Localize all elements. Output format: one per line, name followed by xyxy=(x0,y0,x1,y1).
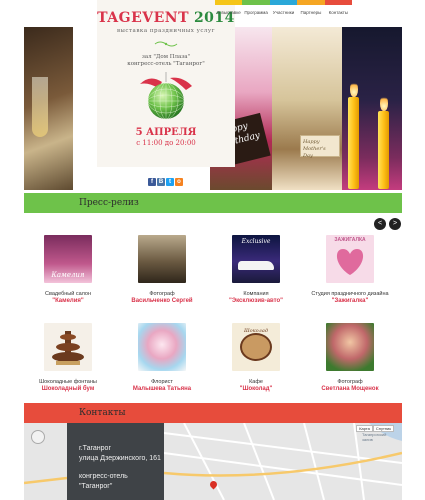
hero-banner: Happy Birthday Happy Mother's Day TAGEVE… xyxy=(24,0,402,190)
address-line: г.Таганрог xyxy=(79,445,111,452)
map-type-satellite-button[interactable]: Спутник xyxy=(372,425,394,432)
map-type-switch: Карта Спутник xyxy=(356,425,394,432)
address-line: улица Дзержинского, 161 xyxy=(79,455,161,462)
flame-image xyxy=(380,95,388,111)
press-caption: Кафе xyxy=(249,379,263,385)
press-card[interactable]: Фотограф Васильченко Сергей xyxy=(114,235,210,305)
press-card[interactable]: Флорист Малышева Татьяна xyxy=(114,323,210,393)
press-card[interactable]: Шоколадные фонтаны Шоколадный бум xyxy=(20,323,116,393)
odnoklassniki-icon[interactable]: о xyxy=(175,178,183,186)
hotel-line: конгресс-отель xyxy=(79,473,128,480)
press-caption: Фотограф xyxy=(337,379,363,385)
press-name[interactable]: Васильченко Сергей xyxy=(114,298,210,305)
carousel-next-button[interactable]: > xyxy=(389,218,401,230)
press-card[interactable]: Exclusive Компания "Эксклюзив-авто" xyxy=(208,235,304,305)
press-name[interactable]: Шоколадный бум xyxy=(20,386,116,393)
press-caption: Шоколадные фонтаны xyxy=(39,379,97,385)
nav-item-about[interactable]: О выставке xyxy=(215,0,243,27)
cafe-logo-image xyxy=(240,333,272,361)
brand-name: TAGEVENT xyxy=(97,10,189,26)
press-card[interactable]: ЗАЖИГАЛКА Студия праздничного дизайна "З… xyxy=(302,235,398,305)
press-caption: Свадебный салон xyxy=(44,291,91,297)
heart-icon xyxy=(336,249,364,275)
press-name[interactable]: "Эксклюзив-авто" xyxy=(208,298,304,305)
press-thumb-photographer[interactable] xyxy=(138,235,186,283)
hero-photo-perfume xyxy=(272,27,342,190)
press-caption: Компания xyxy=(243,291,269,297)
press-thumb-chocolate-fountain[interactable] xyxy=(44,323,92,371)
twitter-icon[interactable]: t xyxy=(166,178,174,186)
venue-line: зал "Дом Плаза" xyxy=(141,54,191,60)
press-thumb-kamelia[interactable]: Камелия xyxy=(44,235,92,283)
nav-item-partners[interactable]: Партнеры xyxy=(297,0,325,27)
press-name[interactable]: "Шоколад" xyxy=(208,386,304,393)
press-thumb-photographer-2[interactable] xyxy=(326,323,374,371)
event-date: 5 АПРЕЛЯ xyxy=(135,127,197,138)
section-header-press: Пресс-релиз xyxy=(24,193,402,213)
map-pan-control[interactable] xyxy=(31,430,45,444)
social-links: f В t о xyxy=(148,178,183,186)
hero-photo-candles xyxy=(342,27,402,190)
press-name[interactable]: "Зажигалка" xyxy=(302,298,398,305)
limousine-image xyxy=(238,261,274,270)
carousel-prev-button[interactable]: < xyxy=(374,218,386,230)
thumb-logo-text: Камелия xyxy=(51,271,85,279)
address-panel: г.Таганрог улица Дзержинского, 161 конгр… xyxy=(67,423,164,500)
press-name[interactable]: "Камелия" xyxy=(20,298,116,305)
press-card[interactable]: Фотограф Светлана Мощенок xyxy=(302,323,398,393)
press-thumb-cafe-shokolad[interactable]: Шоколад xyxy=(232,323,280,371)
venue-info: зал "Дом Плаза" конгресс-отель "Таганрог… xyxy=(97,54,235,68)
press-thumb-zazhigalka[interactable]: ЗАЖИГАЛКА xyxy=(326,235,374,283)
hero-photo-champagne xyxy=(24,27,73,190)
flame-image xyxy=(350,81,358,97)
candle-image xyxy=(378,111,389,189)
nav-item-program[interactable]: Программа xyxy=(242,0,270,27)
press-card[interactable]: Камелия Свадебный салон "Камелия" xyxy=(20,235,116,305)
chocolate-fountain-icon xyxy=(52,331,84,365)
mothers-card-line: Mother's Day xyxy=(303,146,326,159)
press-caption: Фотограф xyxy=(149,291,175,297)
venue-line: конгресс-отель "Таганрог" xyxy=(127,61,205,67)
thumb-logo-text: Exclusive xyxy=(241,238,271,245)
hotel-line: "Таганрог" xyxy=(79,483,113,490)
press-name[interactable]: Малышева Татьяна xyxy=(114,386,210,393)
press-caption: Флорист xyxy=(151,379,173,385)
contacts-map[interactable]: Карта Спутник Таганрогский залив г.Таган… xyxy=(24,423,402,500)
press-card[interactable]: Шоколад Кафе "Шоколад" xyxy=(208,323,304,393)
mothers-card-line: Happy xyxy=(303,139,320,145)
facebook-icon[interactable]: f xyxy=(148,178,156,186)
press-thumb-florist[interactable] xyxy=(138,323,186,371)
candle-image xyxy=(348,97,359,189)
disco-ball-icon xyxy=(136,72,196,122)
press-caption: Студия праздничного дизайна xyxy=(311,291,389,297)
press-thumb-exclusive-auto[interactable]: Exclusive xyxy=(232,235,280,283)
thumb-logo-text: Шоколад xyxy=(243,328,269,334)
event-time: с 11:00 до 20:00 xyxy=(136,139,196,147)
ornament-icon xyxy=(154,41,178,47)
champagne-glass-image xyxy=(32,77,48,137)
section-header-contacts: Контакты xyxy=(24,403,402,423)
vkontakte-icon[interactable]: В xyxy=(157,178,165,186)
nav-item-contacts[interactable]: Контакты xyxy=(324,0,353,27)
map-label-bay: Таганрогский залив xyxy=(362,432,387,442)
mothers-day-card-image: Happy Mother's Day xyxy=(300,135,340,159)
main-nav: О выставке Программа Участники Партнеры … xyxy=(215,0,353,27)
map-type-map-button[interactable]: Карта xyxy=(356,425,373,432)
nav-item-participants[interactable]: Участники xyxy=(269,0,298,27)
brand-tagline: выставка праздничных услуг xyxy=(116,28,216,34)
press-name[interactable]: Светлана Мощенок xyxy=(302,386,398,393)
